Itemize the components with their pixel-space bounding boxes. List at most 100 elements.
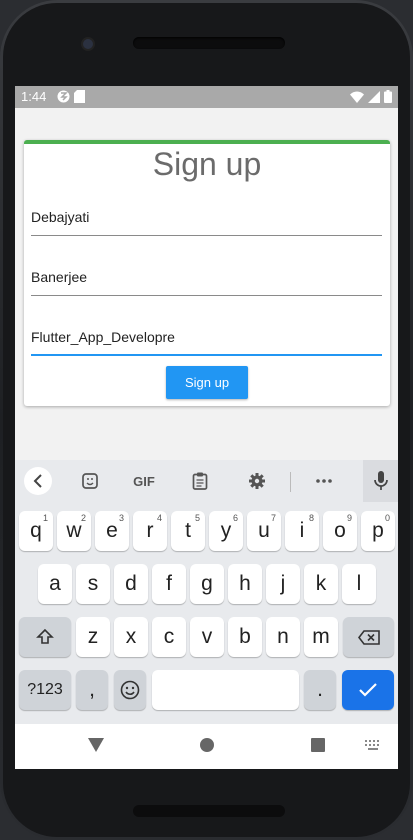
key-y-label: y: [220, 519, 232, 542]
space-key[interactable]: [152, 670, 299, 710]
key-b[interactable]: b: [228, 617, 262, 657]
key-j-label: j: [280, 572, 286, 595]
key-p[interactable]: p0: [361, 511, 395, 551]
more-horiz-icon: [316, 479, 332, 483]
sticker-icon: [82, 473, 98, 489]
home-icon[interactable]: [200, 738, 214, 752]
keyboard-switcher-icon[interactable]: [365, 740, 381, 750]
first-name-input[interactable]: [31, 206, 382, 228]
key-n[interactable]: n: [266, 617, 300, 657]
key-o-label: o: [334, 519, 346, 542]
collapse-toolbar-button[interactable]: [24, 467, 52, 495]
key-u-label: u: [258, 519, 270, 542]
phone-frame: 1:44 Sign up Debajyati Banerjee Flutter_…: [0, 0, 413, 840]
voice-input-button[interactable]: [363, 460, 398, 502]
comma-key[interactable]: ,: [76, 670, 108, 710]
key-l-label: l: [356, 572, 362, 595]
key-s[interactable]: s: [76, 564, 110, 604]
key-q[interactable]: q1: [19, 511, 53, 551]
key-p-label: p: [372, 519, 384, 542]
key-y[interactable]: y6: [209, 511, 243, 551]
key-o[interactable]: o9: [323, 511, 357, 551]
check-icon: [359, 683, 377, 697]
key-r-hint: 4: [156, 513, 162, 523]
key-x-label: x: [125, 625, 137, 648]
symbols-key-label: ?123: [27, 681, 63, 698]
bottom-speaker: [133, 805, 285, 817]
comma-key-label: ,: [89, 678, 95, 701]
key-t[interactable]: t5: [171, 511, 205, 551]
cell-signal-icon: [368, 90, 380, 103]
key-r-label: r: [146, 519, 154, 542]
last-name-input[interactable]: [31, 266, 382, 288]
key-q-label: q: [30, 519, 42, 542]
key-k[interactable]: k: [304, 564, 338, 604]
key-e[interactable]: e3: [95, 511, 129, 551]
chevron-left-icon: [33, 474, 42, 488]
key-v[interactable]: v: [190, 617, 224, 657]
key-h-label: h: [239, 572, 251, 595]
key-b-label: b: [239, 625, 251, 648]
occupation-field[interactable]: [31, 322, 382, 356]
enter-key[interactable]: [342, 670, 394, 710]
key-j[interactable]: j: [266, 564, 300, 604]
battery-icon: [384, 90, 392, 103]
key-f[interactable]: f: [152, 564, 186, 604]
key-i-label: i: [299, 519, 305, 542]
key-a[interactable]: a: [38, 564, 72, 604]
sd-card-icon: [74, 90, 85, 103]
key-s-label: s: [87, 572, 99, 595]
sticker-button[interactable]: [77, 468, 103, 494]
clipboard-button[interactable]: [188, 468, 212, 494]
key-u[interactable]: u7: [247, 511, 281, 551]
key-g[interactable]: g: [190, 564, 224, 604]
more-options-button[interactable]: [311, 468, 337, 494]
key-l[interactable]: l: [342, 564, 376, 604]
period-key-label: .: [317, 678, 323, 701]
key-n-label: n: [277, 625, 289, 648]
key-t-label: t: [185, 519, 191, 542]
key-w[interactable]: w2: [57, 511, 91, 551]
key-c-label: c: [163, 625, 175, 648]
status-bar: 1:44: [15, 86, 398, 108]
screen: 1:44 Sign up Debajyati Banerjee Flutter_…: [15, 86, 398, 769]
key-z-label: z: [87, 625, 99, 648]
key-x[interactable]: x: [114, 617, 148, 657]
key-r[interactable]: r4: [133, 511, 167, 551]
backspace-key[interactable]: [343, 617, 394, 657]
key-a-label: a: [49, 572, 61, 595]
key-f-label: f: [166, 572, 172, 595]
app-body: Sign up Sign up: [15, 108, 398, 460]
earpiece-speaker: [133, 37, 285, 49]
shift-icon: [36, 628, 54, 644]
key-h[interactable]: h: [228, 564, 262, 604]
gif-button[interactable]: GIF: [129, 468, 159, 494]
soft-keyboard: GIF q1w2e3r4t5y6u7i8o9p0asdfghjklzxcvbnm…: [15, 460, 398, 724]
settings-button[interactable]: [244, 468, 270, 494]
key-d-label: d: [125, 572, 137, 595]
key-m-label: m: [312, 625, 330, 648]
recents-icon[interactable]: [311, 738, 325, 752]
period-key[interactable]: .: [304, 670, 336, 710]
key-p-hint: 0: [384, 513, 390, 523]
key-v-label: v: [201, 625, 213, 648]
signup-button[interactable]: Sign up: [166, 366, 248, 399]
gear-icon: [249, 473, 265, 489]
back-icon[interactable]: [88, 738, 104, 752]
key-u-hint: 7: [270, 513, 276, 523]
key-i[interactable]: i8: [285, 511, 319, 551]
last-name-field[interactable]: [31, 262, 382, 296]
key-m[interactable]: m: [304, 617, 338, 657]
shift-key[interactable]: [19, 617, 71, 657]
key-t-hint: 5: [194, 513, 200, 523]
key-d[interactable]: d: [114, 564, 148, 604]
key-z[interactable]: z: [76, 617, 110, 657]
emoji-key[interactable]: [114, 670, 146, 710]
symbols-key[interactable]: ?123: [19, 670, 71, 710]
first-name-field[interactable]: [31, 202, 382, 236]
emoji-icon: [120, 680, 140, 700]
key-w-hint: 2: [80, 513, 86, 523]
key-c[interactable]: c: [152, 617, 186, 657]
keyboard-toolbar: GIF: [15, 460, 398, 502]
occupation-input[interactable]: [31, 326, 382, 348]
